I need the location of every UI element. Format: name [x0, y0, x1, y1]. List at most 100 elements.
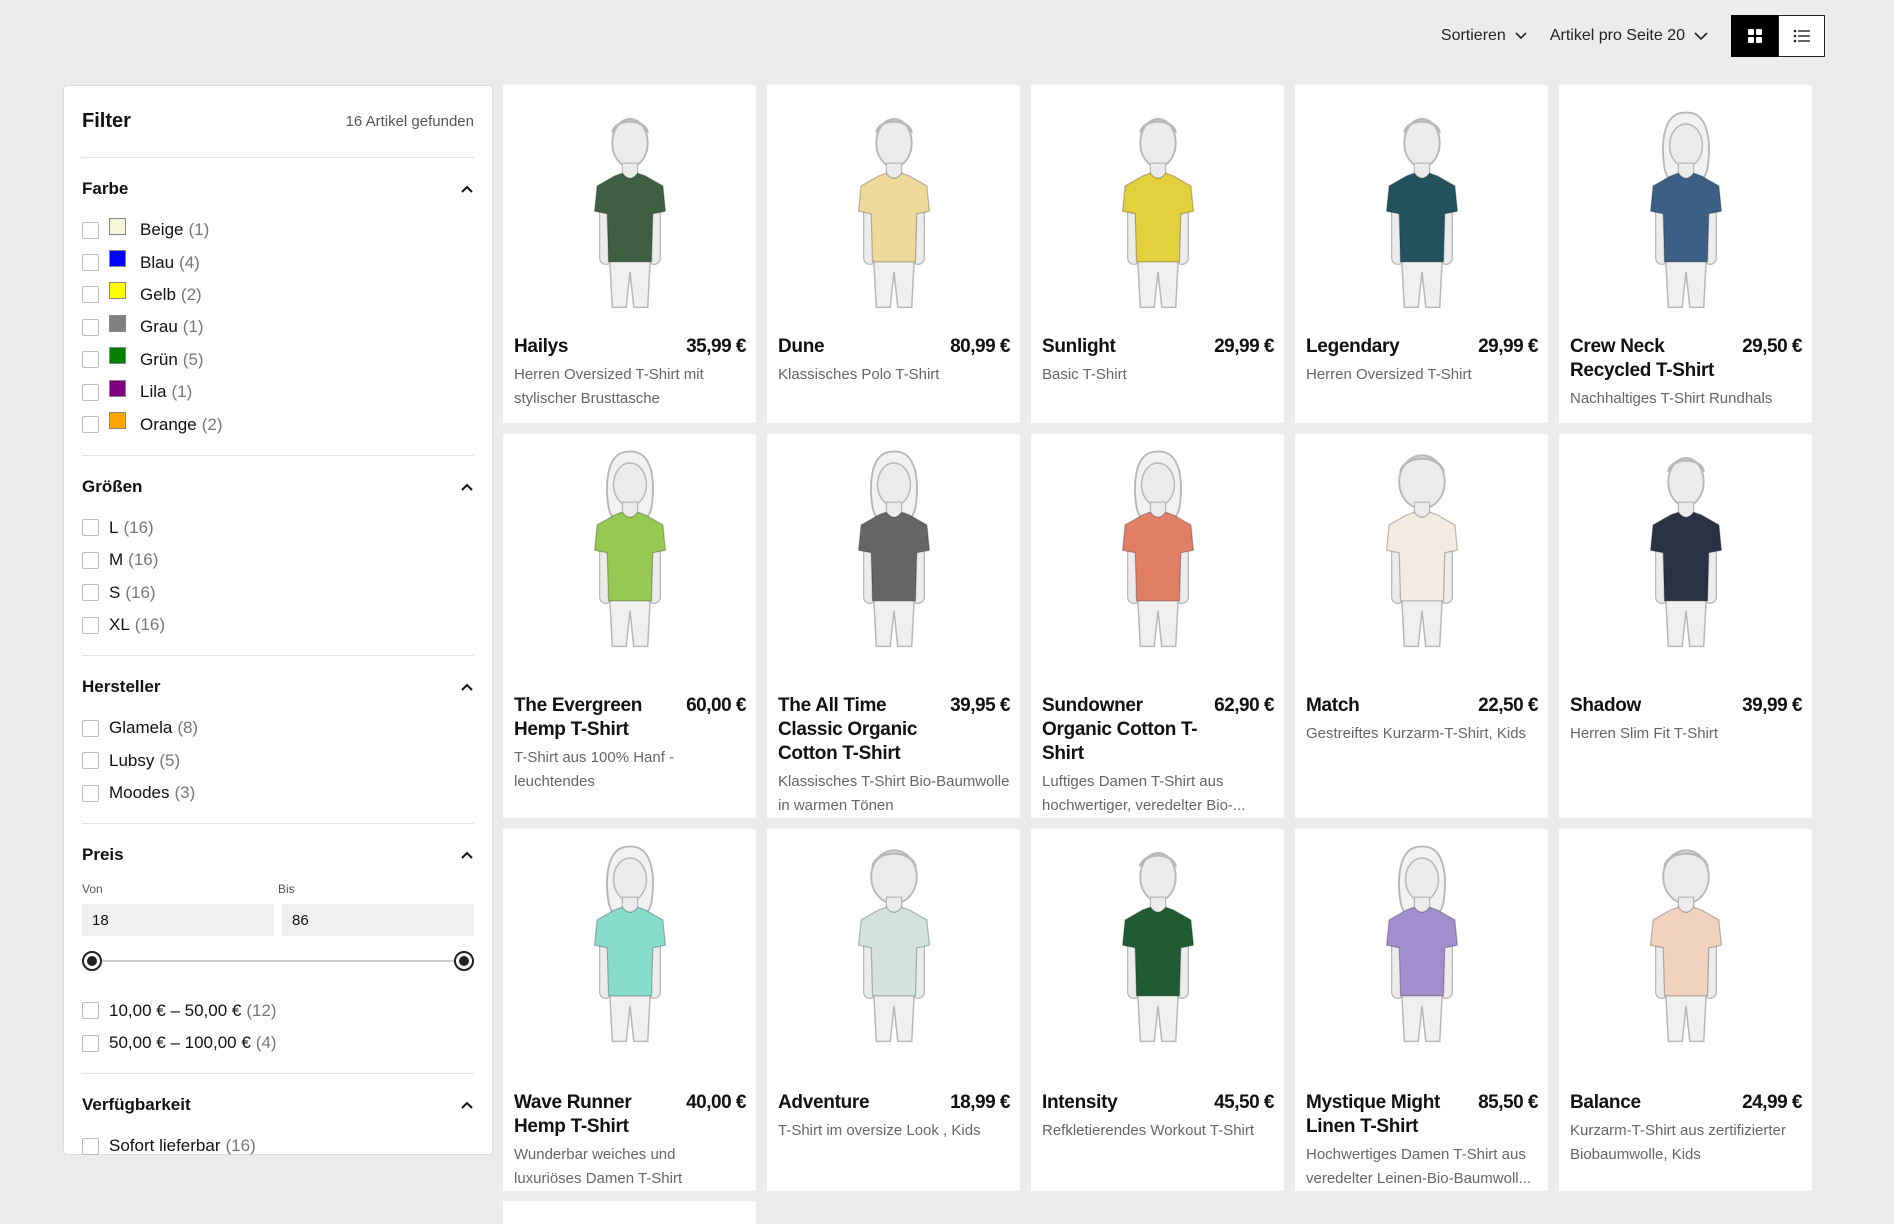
filter-option[interactable]: S (16) — [82, 577, 474, 609]
product-card[interactable]: The All Time Classic Organic Cotton T-Sh… — [767, 434, 1020, 818]
product-image[interactable] — [1031, 85, 1284, 335]
product-image[interactable] — [503, 829, 756, 1091]
slider-track — [90, 960, 466, 963]
color-filter-header[interactable]: Farbe — [82, 164, 474, 214]
sort-dropdown[interactable]: Sortieren — [1441, 27, 1528, 45]
price-from-input[interactable] — [82, 904, 274, 937]
product-image[interactable] — [1559, 85, 1812, 335]
product-image[interactable] — [1559, 434, 1812, 694]
product-card[interactable]: Balance 24,99 € Kurzarm-T-Shirt aus zertif… — [1559, 829, 1812, 1191]
filter-option[interactable]: Grün (5) — [82, 344, 474, 376]
checkbox[interactable] — [82, 616, 99, 634]
product-image[interactable] — [1559, 829, 1812, 1091]
filter-option[interactable]: Gelb (2) — [82, 279, 474, 311]
chevron-up-icon — [461, 852, 473, 860]
product-name[interactable]: Match — [1306, 694, 1360, 718]
checkbox[interactable] — [82, 719, 99, 737]
product-card[interactable]: Shadow 39,99 € Herren Slim Fit T-Shirt — [1559, 434, 1812, 818]
filter-option[interactable]: XL (16) — [82, 609, 474, 641]
checkbox[interactable] — [82, 416, 99, 434]
filter-option[interactable]: Grau (1) — [82, 311, 474, 343]
product-image[interactable] — [1295, 85, 1548, 335]
size-filter-header[interactable]: Größen — [82, 462, 474, 512]
product-name[interactable]: The Evergreen Hemp T-Shirt — [514, 694, 678, 742]
filter-option[interactable]: Lubsy (5) — [82, 745, 474, 777]
filter-option[interactable]: Sofort lieferbar (16) — [82, 1130, 474, 1162]
product-name[interactable]: The All Time Classic Organic Cotton T-Sh… — [778, 694, 942, 766]
checkbox[interactable] — [82, 584, 99, 602]
product-card[interactable] — [503, 1201, 756, 1224]
filter-option[interactable]: Blau (4) — [82, 246, 474, 278]
product-card[interactable]: Hailys 35,99 € Herren Oversized T-Shirt mi… — [503, 85, 756, 423]
filter-option[interactable]: Glamela (8) — [82, 712, 474, 744]
product-card[interactable]: Dune 80,99 € Klassisches Polo T-Shirt — [767, 85, 1020, 423]
availability-filter-header[interactable]: Verfügbarkeit — [82, 1080, 474, 1130]
per-page-dropdown[interactable]: Artikel pro Seite 20 — [1550, 27, 1709, 45]
product-card[interactable]: Intensity 45,50 € Refkletierendes Workout … — [1031, 829, 1284, 1191]
price-range-slider[interactable] — [82, 950, 474, 972]
checkbox[interactable] — [82, 551, 99, 569]
product-name[interactable]: Shadow — [1570, 694, 1641, 718]
price-to-input[interactable] — [282, 904, 474, 937]
filter-option[interactable]: Orange (2) — [82, 408, 474, 440]
product-image[interactable] — [503, 434, 756, 694]
slider-min-handle[interactable] — [82, 951, 102, 972]
product-name[interactable]: Intensity — [1042, 1091, 1118, 1115]
product-price: 29,50 € — [1742, 336, 1802, 357]
filter-option[interactable]: Beige (1) — [82, 214, 474, 246]
product-name[interactable]: Sundowner Organic Cotton T-Shirt — [1042, 694, 1206, 766]
product-card[interactable]: Wave Runner Hemp T-Shirt 40,00 € Wunderbar… — [503, 829, 756, 1191]
product-card[interactable]: The Evergreen Hemp T-Shirt 60,00 € T-Shirt… — [503, 434, 756, 818]
list-view-button[interactable] — [1778, 15, 1825, 57]
section-title: Hersteller — [82, 677, 161, 697]
section-title: Farbe — [82, 179, 129, 198]
product-card[interactable]: Sunlight 29,99 € Basic T-Shirt — [1031, 85, 1284, 423]
product-image[interactable] — [1031, 829, 1284, 1091]
checkbox[interactable] — [82, 784, 99, 802]
product-image[interactable] — [767, 85, 1020, 335]
product-card[interactable]: Mystique Might Linen T-Shirt 85,50 € Hochw… — [1295, 829, 1548, 1191]
product-name[interactable]: Mystique Might Linen T-Shirt — [1306, 1091, 1470, 1139]
checkbox[interactable] — [82, 752, 99, 770]
product-name[interactable]: Dune — [778, 335, 825, 359]
product-image[interactable] — [1031, 434, 1284, 694]
brand-filter-header[interactable]: Hersteller — [82, 662, 474, 712]
price-filter-header[interactable]: Preis — [82, 830, 474, 880]
filter-option[interactable]: Moodes (3) — [82, 777, 474, 809]
checkbox[interactable] — [82, 1002, 99, 1020]
product-card[interactable]: Adventure 18,99 € T-Shirt im oversize Look… — [767, 829, 1020, 1191]
product-image[interactable] — [503, 85, 756, 335]
filter-option[interactable]: 50,00 € – 100,00 € (4) — [82, 1027, 474, 1059]
filter-option[interactable]: L (16) — [82, 512, 474, 544]
checkbox[interactable] — [82, 383, 99, 401]
product-name[interactable]: Sunlight — [1042, 335, 1116, 359]
filter-option[interactable]: 10,00 € – 50,00 € (12) — [82, 994, 474, 1026]
product-image[interactable] — [767, 829, 1020, 1091]
product-card[interactable]: Sundowner Organic Cotton T-Shirt 62,90 € L… — [1031, 434, 1284, 818]
product-card[interactable]: Match 22,50 € Gestreiftes Kurzarm-T-Shirt,… — [1295, 434, 1548, 818]
checkbox[interactable] — [82, 318, 99, 336]
product-card[interactable]: Legendary 29,99 € Herren Oversized T-Shirt — [1295, 85, 1548, 423]
slider-max-handle[interactable] — [454, 951, 474, 972]
product-name[interactable]: Wave Runner Hemp T-Shirt — [514, 1091, 678, 1139]
product-image[interactable] — [1295, 829, 1548, 1091]
product-image[interactable] — [767, 434, 1020, 694]
product-name[interactable]: Crew Neck Recycled T-Shirt — [1570, 335, 1734, 383]
checkbox[interactable] — [82, 1137, 99, 1155]
checkbox[interactable] — [82, 351, 99, 369]
checkbox[interactable] — [82, 286, 99, 304]
filter-option[interactable]: Lila (1) — [82, 376, 474, 408]
product-name[interactable]: Legendary — [1306, 335, 1400, 359]
checkbox[interactable] — [82, 254, 99, 272]
checkbox[interactable] — [82, 221, 99, 239]
product-card[interactable]: Crew Neck Recycled T-Shirt 29,50 € Nachhal… — [1559, 85, 1812, 423]
product-info: Legendary 29,99 € Herren Oversized T-Shirt — [1295, 335, 1548, 387]
product-name[interactable]: Balance — [1570, 1091, 1641, 1115]
checkbox[interactable] — [82, 519, 99, 537]
checkbox[interactable] — [82, 1034, 99, 1052]
product-name[interactable]: Adventure — [778, 1091, 870, 1115]
grid-view-button[interactable] — [1731, 15, 1778, 57]
product-image[interactable] — [1295, 434, 1548, 694]
filter-option[interactable]: M (16) — [82, 544, 474, 576]
product-name[interactable]: Hailys — [514, 335, 568, 359]
